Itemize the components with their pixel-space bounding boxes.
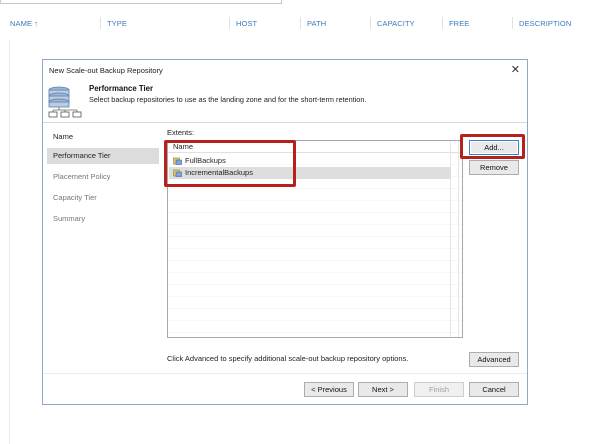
extents-column-name[interactable]: Name — [168, 141, 462, 153]
column-host[interactable]: HOST — [236, 19, 257, 28]
wizard-step-performance-tier[interactable]: Performance Tier — [47, 148, 159, 164]
wizard-step-summary[interactable]: Summary — [47, 211, 159, 227]
grid-column-line — [458, 141, 459, 337]
background-column-header: NAME ↑ TYPE HOST PATH CAPACITY FREE DESC… — [0, 14, 592, 32]
column-type[interactable]: TYPE — [107, 19, 127, 28]
column-separator — [442, 17, 443, 29]
column-name-label: NAME — [10, 19, 33, 28]
repository-icon — [173, 169, 182, 177]
extents-label: Extents: — [167, 128, 195, 137]
previous-button[interactable]: < Previous — [304, 382, 354, 397]
repository-stack-icon — [48, 86, 82, 118]
column-free[interactable]: FREE — [449, 19, 469, 28]
dialog-title: New Scale-out Backup Repository — [49, 66, 163, 75]
close-icon[interactable]: ✕ — [511, 63, 520, 76]
column-separator — [512, 17, 513, 29]
background-divider — [9, 40, 10, 444]
list-item[interactable]: IncrementalBackups — [169, 167, 451, 179]
wizard-step-name[interactable]: Name — [47, 129, 159, 145]
column-separator — [300, 17, 301, 29]
step-description: Select backup repositories to use as the… — [89, 95, 367, 104]
column-separator — [370, 17, 371, 29]
next-button[interactable]: Next > — [358, 382, 408, 397]
list-item[interactable]: FullBackups — [169, 155, 451, 167]
wizard-step-placement-policy[interactable]: Placement Policy — [47, 169, 159, 185]
remove-button[interactable]: Remove — [469, 160, 519, 175]
finish-button[interactable]: Finish — [414, 382, 464, 397]
advanced-hint: Click Advanced to specify additional sca… — [167, 354, 409, 363]
footer-divider — [43, 373, 527, 374]
column-capacity[interactable]: CAPACITY — [377, 19, 415, 28]
background-search-box[interactable] — [0, 0, 282, 4]
advanced-button[interactable]: Advanced — [469, 352, 519, 367]
column-name[interactable]: NAME ↑ — [10, 19, 38, 28]
new-scale-out-backup-repository-dialog: New Scale-out Backup Repository ✕ Perfor… — [42, 59, 528, 405]
column-separator — [100, 17, 101, 29]
column-path[interactable]: PATH — [307, 19, 326, 28]
extents-list[interactable]: Name FullBackups IncrementalBackups — [167, 140, 463, 338]
extent-name: FullBackups — [185, 156, 226, 165]
cancel-button[interactable]: Cancel — [469, 382, 519, 397]
repository-icon — [173, 157, 182, 165]
header-divider — [43, 122, 527, 123]
step-heading: Performance Tier — [89, 84, 153, 93]
sort-ascending-icon: ↑ — [34, 19, 39, 28]
extent-name: IncrementalBackups — [185, 168, 253, 177]
column-description[interactable]: DESCRIPTION — [519, 19, 571, 28]
add-button[interactable]: Add... — [469, 140, 519, 155]
wizard-step-capacity-tier[interactable]: Capacity Tier — [47, 190, 159, 206]
column-separator — [229, 17, 230, 29]
